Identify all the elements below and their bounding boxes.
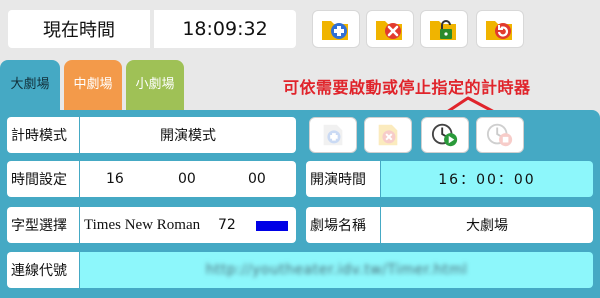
- start-timer-button[interactable]: [421, 117, 469, 153]
- tab-small-theater[interactable]: 小劇場: [126, 60, 184, 112]
- stop-timer-button[interactable]: [476, 117, 524, 153]
- folder-x-icon: [376, 21, 402, 40]
- clock-stop-icon: [486, 123, 513, 147]
- refresh-button[interactable]: [476, 10, 524, 48]
- minute-select[interactable]: 00: [178, 171, 196, 187]
- hour-select[interactable]: 16: [106, 171, 124, 187]
- timer-mode-select[interactable]: 開演模式: [80, 117, 296, 153]
- tab-mid-theater[interactable]: 中劇場: [64, 60, 122, 112]
- font-color-swatch[interactable]: [256, 221, 288, 231]
- time-setting-label: 時間設定: [7, 161, 79, 197]
- start-time-value: 16：00：00: [381, 161, 593, 197]
- start-time-label: 開演時間: [306, 161, 380, 197]
- font-select-group: Times New Roman 72: [80, 207, 296, 243]
- unlock-button[interactable]: [420, 10, 468, 48]
- connection-code-label: 連線代號: [7, 252, 79, 288]
- timer-mode-label: 計時模式: [7, 117, 79, 153]
- add-file-button[interactable]: [312, 10, 360, 48]
- folder-refresh-icon: [486, 21, 512, 40]
- connection-code-field[interactable]: http://youtheater.idv.tw/Timer.html: [80, 252, 593, 288]
- remove-timer-button[interactable]: [364, 117, 412, 153]
- current-time-value: 18:09:32: [154, 10, 296, 48]
- current-time-label: 現在時間: [8, 10, 150, 48]
- theater-name-input[interactable]: 大劇場: [381, 207, 593, 243]
- timer-mode-value: 開演模式: [160, 128, 216, 144]
- font-family-select[interactable]: Times New Roman: [84, 217, 202, 234]
- theater-name-label: 劇場名稱: [306, 207, 380, 243]
- file-x-icon: [378, 124, 398, 146]
- add-timer-button[interactable]: [309, 117, 357, 153]
- clock-play-icon: [431, 123, 458, 147]
- font-size-select[interactable]: 72: [218, 217, 236, 233]
- time-setting-group: 16 00 00: [80, 161, 296, 197]
- folder-unlock-icon: [430, 20, 456, 40]
- connection-code-value: http://youtheater.idv.tw/Timer.html: [205, 262, 468, 278]
- font-select-label: 字型選擇: [7, 207, 79, 243]
- folder-plus-icon: [322, 21, 348, 40]
- file-plus-icon: [323, 124, 343, 146]
- delete-file-button[interactable]: [366, 10, 414, 48]
- second-select[interactable]: 00: [248, 171, 266, 187]
- tab-big-theater[interactable]: 大劇場: [0, 60, 60, 114]
